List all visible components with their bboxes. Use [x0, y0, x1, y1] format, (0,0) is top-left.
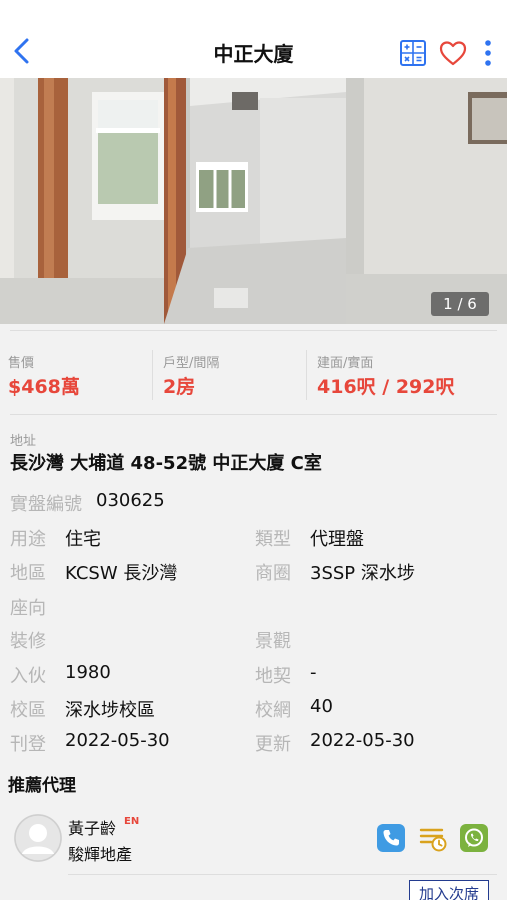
type-value: 代理盤 — [310, 529, 364, 550]
view-label: 景觀 — [255, 631, 291, 652]
phone-icon[interactable] — [376, 823, 406, 853]
page-title: 中正大廈 — [213, 42, 294, 66]
address-value: 長沙灣 大埔道 48-52號 中正大廈 C室 — [10, 453, 322, 474]
avatar[interactable] — [14, 814, 62, 862]
ref-label: 實盤編號 — [10, 494, 82, 515]
price-value: $468萬 — [8, 376, 80, 398]
school-net-label: 校網 — [255, 700, 291, 721]
photo-gallery[interactable]: 1 / 6 — [0, 78, 507, 324]
posted-value: 2022-05-30 — [65, 730, 170, 751]
divider — [10, 414, 497, 415]
divider — [68, 874, 497, 875]
layout-label: 戶型/間隔 — [163, 356, 220, 371]
photo-counter: 1 / 6 — [431, 292, 489, 316]
agent-company: 駿輝地產 — [68, 845, 133, 864]
decoration-label: 裝修 — [10, 631, 46, 652]
divider — [10, 330, 497, 331]
heart-icon[interactable] — [438, 38, 468, 68]
room-photo-3[interactable] — [346, 78, 507, 324]
ref-value: 030625 — [96, 490, 165, 511]
agent-name[interactable]: 黃子齡 — [68, 815, 116, 839]
vertical-dots-icon[interactable] — [476, 38, 500, 68]
occupation-value: 1980 — [65, 662, 111, 683]
price-label: 售價 — [8, 356, 35, 371]
updated-label: 更新 — [255, 734, 291, 755]
usage-value: 住宅 — [65, 529, 101, 550]
posted-label: 刊登 — [10, 734, 46, 755]
add-secondary-button[interactable]: 加入次席 — [409, 880, 489, 900]
occupation-label: 入伙 — [10, 666, 46, 687]
school-district-label: 校區 — [10, 700, 46, 721]
school-net-value: 40 — [310, 696, 333, 717]
room-photo-1[interactable] — [0, 78, 164, 324]
district-label: 地區 — [10, 563, 46, 584]
updated-value: 2022-05-30 — [310, 730, 415, 751]
room-photo-2[interactable] — [164, 78, 346, 324]
address-label: 地址 — [10, 434, 37, 449]
land-lease-label: 地契 — [255, 666, 291, 687]
recommended-agents-heading: 推薦代理 — [8, 776, 76, 796]
trade-area-label: 商圈 — [255, 563, 291, 584]
calculator-icon[interactable] — [398, 38, 428, 68]
top-bar: 中正大廈 — [0, 0, 507, 78]
divider — [152, 350, 153, 400]
usage-label: 用途 — [10, 529, 46, 550]
listing-clock-icon[interactable] — [418, 823, 448, 853]
whatsapp-icon[interactable] — [459, 823, 489, 853]
english-badge: EN — [124, 816, 140, 827]
facing-label: 座向 — [10, 598, 46, 619]
school-district-value: 深水埗校區 — [65, 700, 155, 721]
layout-value: 2房 — [163, 376, 196, 398]
user-placeholder-icon — [14, 814, 62, 862]
trade-area-value: 3SSP 深水埗 — [310, 563, 415, 584]
divider — [306, 350, 307, 400]
type-label: 類型 — [255, 529, 291, 550]
land-lease-value: - — [310, 662, 317, 683]
district-value: KCSW 長沙灣 — [65, 563, 178, 584]
area-size-label: 建面/實面 — [317, 356, 374, 371]
area-size-value: 416呎 / 292呎 — [317, 376, 455, 398]
